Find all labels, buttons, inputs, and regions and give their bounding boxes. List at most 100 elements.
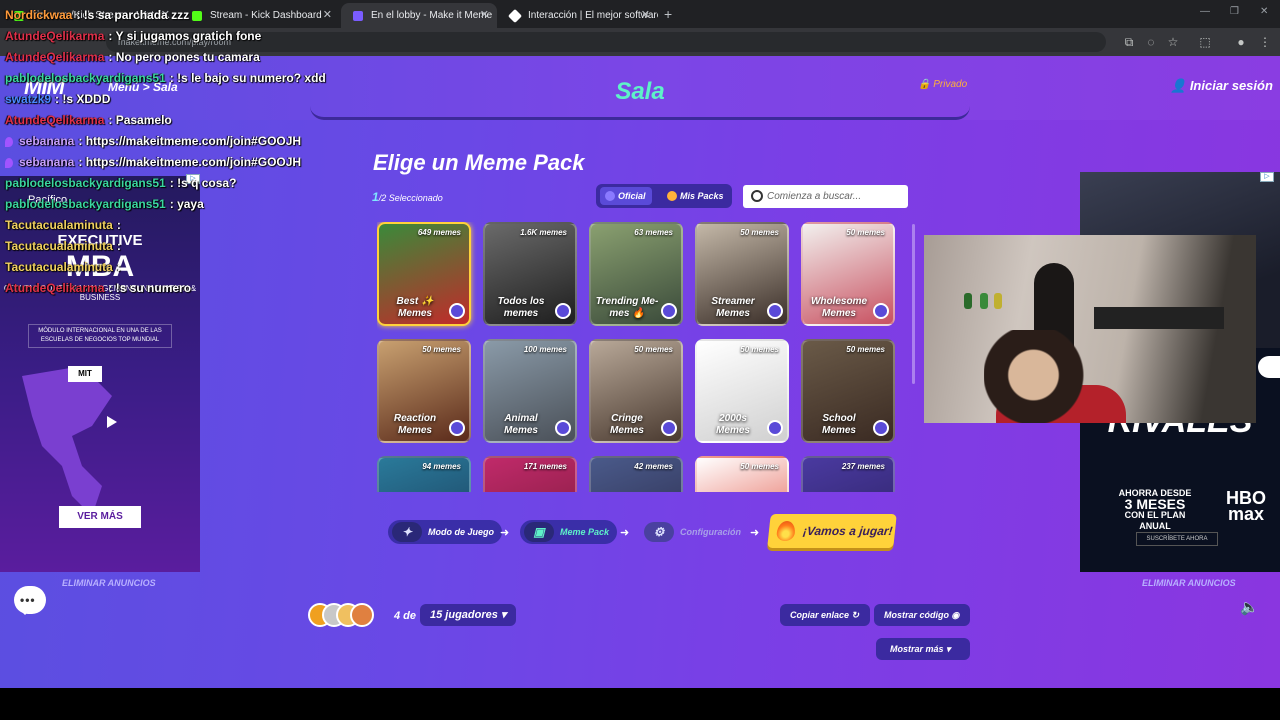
profile-avatar-icon[interactable]: ● [1234, 35, 1248, 49]
meme-pack-card[interactable]: 94 memes [377, 456, 471, 492]
new-tab-icon[interactable]: + [664, 6, 672, 22]
meme-pack-card[interactable]: 63 memes Trending Me- mes 🔥 [589, 222, 683, 326]
filter-official-label: Oficial [618, 191, 646, 201]
meme-pack-card[interactable]: 1.6K memes Todos los memes [483, 222, 577, 326]
browser-tab[interactable]: Stream - Kick Dashboard ✕ [180, 3, 340, 28]
close-tab-icon[interactable]: ✕ [641, 3, 650, 28]
install-app-icon[interactable]: ⧉ [1122, 35, 1136, 49]
step-game-mode[interactable]: ✦ Modo de Juego [388, 520, 502, 544]
chat-username[interactable]: Tacutacualaminuta [5, 260, 113, 274]
bookmark-star-icon[interactable]: ☆ [1166, 35, 1180, 49]
chat-username[interactable]: Tacutacualaminuta [5, 218, 113, 232]
makeitmeme-favicon-icon [353, 11, 363, 21]
meme-pack-card[interactable]: 50 memes Reaction Memes [377, 339, 471, 443]
chat-message: AtundeQelikarma: Y si jugamos gratich fo… [5, 29, 261, 47]
chat-username[interactable]: sebanana [19, 134, 74, 148]
meme-pack-card[interactable]: 237 memes [801, 456, 895, 492]
search-input[interactable]: Comienza a buscar... [743, 185, 908, 208]
chat-username[interactable]: sebanana [19, 155, 74, 169]
pack-meme-count: 63 memes [634, 228, 673, 237]
chat-username[interactable]: AtundeQelikarma [5, 281, 104, 295]
filter-official-button[interactable]: Oficial [600, 187, 652, 205]
meme-pack-card[interactable]: 100 memes Animal Memes [483, 339, 577, 443]
speaker-icon[interactable]: 🔈 [1240, 598, 1259, 616]
chevron-down-icon: ▾ [500, 609, 507, 621]
close-window-icon[interactable]: ✕ [1260, 6, 1268, 17]
chat-username[interactable]: AtundeQelikarma [5, 50, 104, 64]
browser-tab-active[interactable]: En el lobby - Make it Meme ✕ [341, 3, 497, 28]
link-icon: ↻ [851, 610, 860, 620]
chat-message: AtundeQelikarma : Pasamelo [5, 113, 172, 131]
chat-button[interactable]: ••• [14, 586, 46, 615]
meme-pack-card[interactable]: 50 memes Wholesome Memes [801, 222, 895, 326]
filter-mine-button[interactable]: Mis Packs [662, 187, 730, 205]
chat-username[interactable]: pablodelosbackyardigans51 [5, 197, 166, 211]
login-button[interactable]: 👤 Iniciar sesión [1170, 78, 1273, 94]
chat-message: pablodelosbackyardigans51: !s le bajo su… [5, 71, 326, 89]
max-players-dropdown[interactable]: 15 jugadores ▾ [420, 604, 516, 626]
bottom-black-bar [0, 688, 1280, 720]
ad-cta-button[interactable]: VER MÁS [59, 506, 141, 528]
step-configuration[interactable]: ⚙ Configuración [640, 520, 749, 544]
meme-pack-card[interactable]: 50 memes School Memes [801, 339, 895, 443]
tab-title: Interacción | El mejor software p [528, 10, 658, 21]
pack-meme-count: 94 memes [422, 462, 461, 471]
show-code-button[interactable]: Mostrar código ◉ [874, 604, 970, 626]
chat-username[interactable]: swatzk9 [5, 92, 51, 106]
remove-ads-link[interactable]: ELIMINAR ANUNCIOS [62, 578, 156, 588]
meme-pack-grid: 649 memes Best ✨ Memes 1.6K memes Todos los… [377, 222, 902, 492]
grid-scrollbar[interactable] [912, 224, 915, 384]
setup-steps: ✦ Modo de Juego ➜ ▣ Meme Pack ➜ ⚙ Configura… [388, 514, 898, 548]
chat-text: : Pasamelo [108, 113, 172, 127]
filter-mine-label: Mis Packs [680, 191, 724, 201]
chat-username[interactable]: pablodelosbackyardigans51 [5, 71, 166, 85]
official-badge-icon [555, 420, 571, 436]
chat-username[interactable]: Nordickwaa [5, 8, 72, 22]
browser-menu-icon[interactable]: ⋮ [1258, 35, 1272, 49]
maximize-icon[interactable]: ❐ [1230, 6, 1239, 17]
meme-pack-card[interactable]: 50 memes 2000s Memes [695, 339, 789, 443]
pack-meme-count: 50 memes [740, 228, 779, 237]
pack-meme-count: 42 memes [634, 462, 673, 471]
meme-pack-card[interactable]: 50 memes Streamer Memes [695, 222, 789, 326]
ad-subscribe-button[interactable]: SUSCRÍBETE AHORA [1136, 532, 1218, 546]
chat-username[interactable]: pablodelosbackyardigans51 [5, 176, 166, 190]
browser-tab[interactable]: Interacción | El mejor software p ✕ [498, 3, 658, 28]
arrow-right-icon: ➜ [500, 527, 510, 539]
search-icon [751, 190, 763, 202]
meme-pack-card[interactable]: 50 memes Cringe Memes [589, 339, 683, 443]
chat-username[interactable]: AtundeQelikarma [5, 113, 104, 127]
pack-meme-count: 100 memes [523, 345, 567, 354]
close-tab-icon[interactable]: ✕ [480, 3, 489, 28]
start-game-button[interactable]: ¡Vamos a jugar! [767, 514, 897, 548]
pack-meme-count: 50 memes [740, 345, 779, 354]
eye-off-icon[interactable]: ◌ [1144, 35, 1158, 49]
step-meme-pack[interactable]: ▣ Meme Pack [520, 520, 618, 544]
eye-icon: ◉ [951, 610, 960, 620]
show-more-button[interactable]: Mostrar más ▾ [876, 638, 970, 660]
side-widget-button[interactable] [1258, 356, 1280, 378]
pack-meme-count: 1.6K memes [520, 228, 567, 237]
keyboard [1094, 307, 1224, 329]
close-tab-icon[interactable]: ✕ [323, 3, 332, 28]
copy-link-button[interactable]: Copiar enlace ↻ [780, 604, 870, 626]
show-more-label: Mostrar más [890, 644, 944, 654]
ad-offer-line2: 3 MESES [1124, 496, 1186, 512]
extensions-icon[interactable]: ⬚ [1198, 35, 1212, 49]
chat-message: pablodelosbackyardigans51: !s q cosa? [5, 176, 236, 194]
meme-pack-card[interactable]: 171 memes [483, 456, 577, 492]
chat-username[interactable]: AtundeQelikarma [5, 29, 104, 43]
chat-message: swatzk9: !s XDDD [5, 92, 110, 110]
pack-meme-count: 649 memes [417, 228, 461, 237]
pack-name: Wholesome Memes [810, 296, 868, 319]
adchoices-icon[interactable]: ▷ [1260, 172, 1274, 182]
minimize-icon[interactable]: — [1200, 6, 1210, 17]
remove-ads-link[interactable]: ELIMINAR ANUNCIOS [1142, 578, 1236, 588]
meme-pack-card[interactable]: 50 memes [695, 456, 789, 492]
meme-pack-card[interactable]: 42 memes [589, 456, 683, 492]
pack-name: Todos los memes [497, 296, 545, 319]
meme-pack-card[interactable]: 649 memes Best ✨ Memes [377, 222, 471, 326]
chat-username[interactable]: Tacutacualaminuta [5, 239, 113, 253]
privacy-toggle[interactable]: 🔒 Privado [918, 79, 967, 90]
interaccion-favicon-icon [507, 8, 523, 24]
